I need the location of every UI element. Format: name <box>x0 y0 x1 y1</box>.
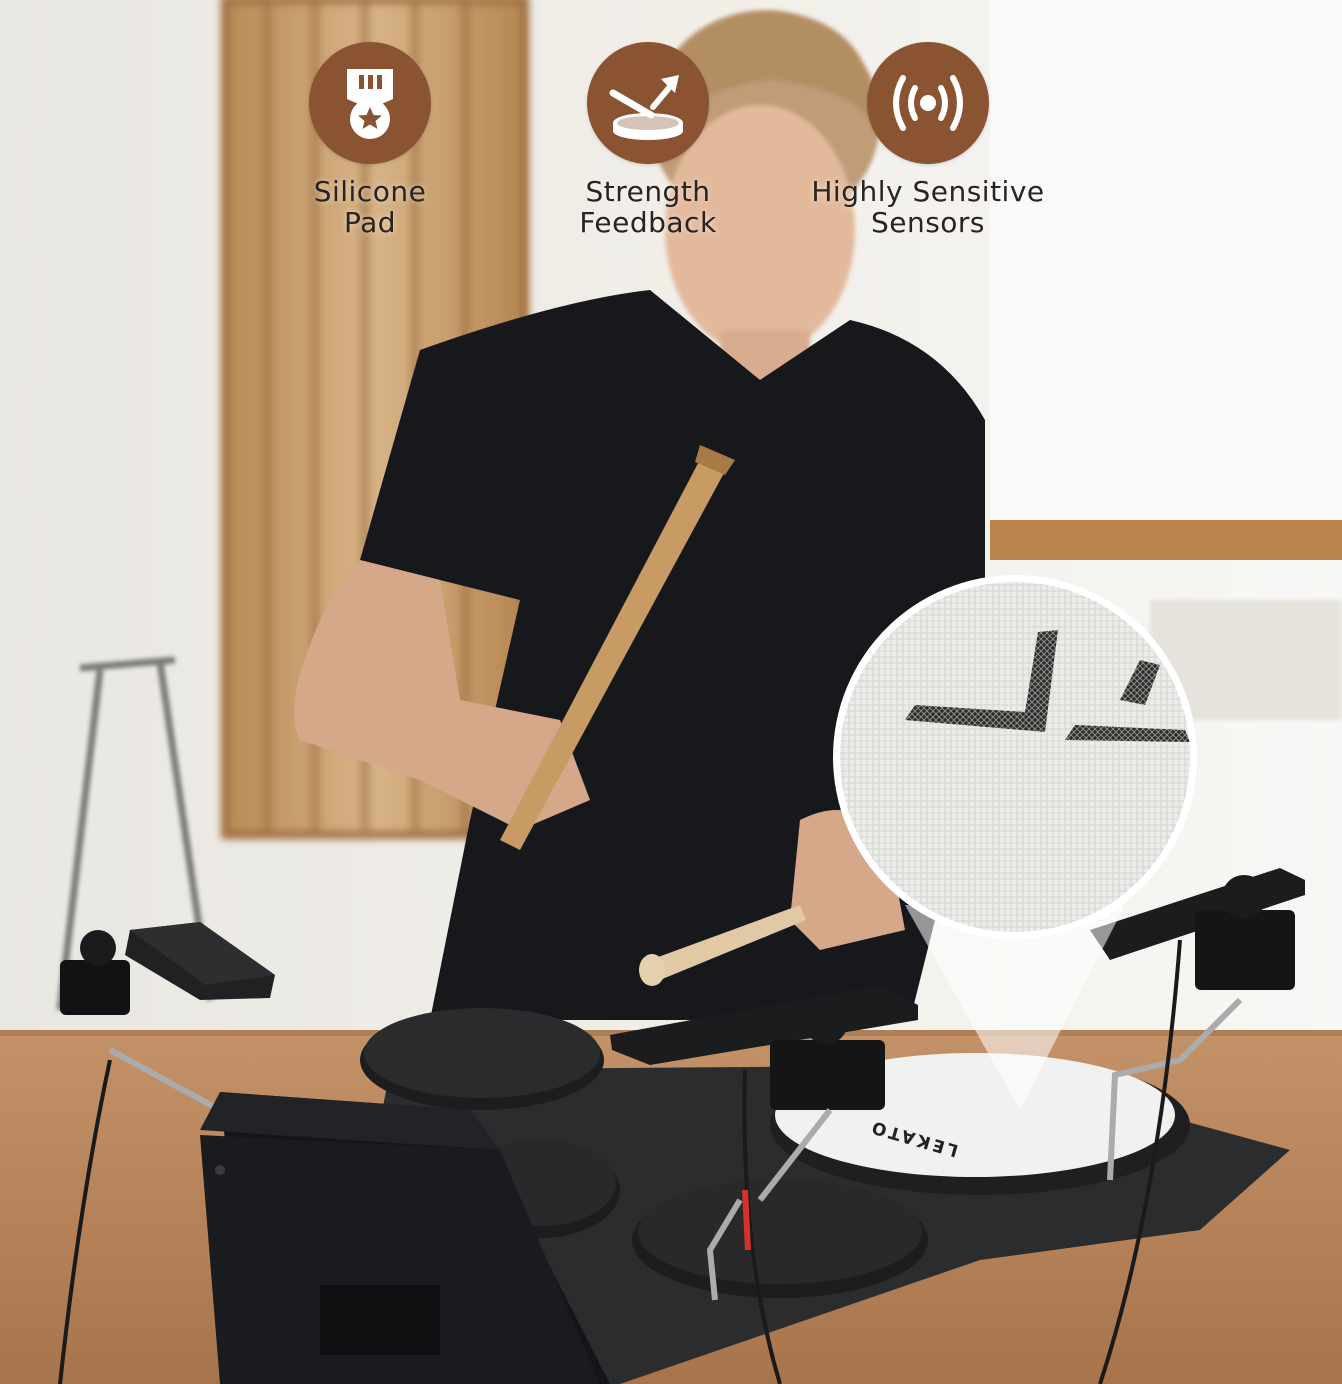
feature-label: Strength Feedback <box>579 176 716 238</box>
feature-label-line2: Pad <box>343 206 397 239</box>
sensor-waves-icon <box>893 75 963 131</box>
drum-strike-arrow-icon <box>609 75 683 140</box>
feature-silicone-pad: Silicone Pad <box>240 42 500 238</box>
badge-circle <box>309 42 431 164</box>
feature-label: Highly Sensitive Sensors <box>811 176 1044 238</box>
feature-strength-feedback: Strength Feedback <box>518 42 778 238</box>
feature-label-line1: Highly Sensitive <box>811 175 1045 208</box>
feature-sensitive-sensors: Highly Sensitive Sensors <box>798 42 1058 238</box>
feature-label: Silicone Pad <box>314 176 427 238</box>
feature-label-line2: Sensors <box>870 206 986 239</box>
feature-label-line1: Silicone <box>313 175 427 208</box>
badge-circle <box>867 42 989 164</box>
badge-circle <box>587 42 709 164</box>
feature-label-line1: Strength <box>585 175 711 208</box>
silicone-pad-medal-icon <box>347 69 393 139</box>
feature-label-line2: Feedback <box>579 206 717 239</box>
